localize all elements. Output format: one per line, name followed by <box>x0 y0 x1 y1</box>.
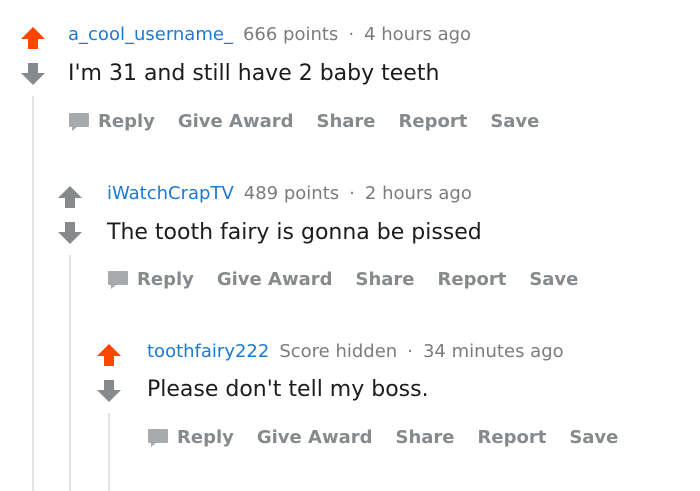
reply-label: Reply <box>137 269 194 290</box>
give-award-button[interactable]: Give Award <box>178 111 294 133</box>
report-button[interactable]: Report <box>438 269 507 291</box>
comment-actions: Reply Give Award Share Report Save <box>107 269 601 291</box>
thread-line[interactable] <box>32 96 34 491</box>
separator: · <box>348 24 355 45</box>
reply-button[interactable]: Reply <box>147 427 234 449</box>
speech-bubble-icon <box>107 270 129 290</box>
save-button[interactable]: Save <box>490 111 539 133</box>
reply-button[interactable]: Reply <box>107 269 194 291</box>
timestamp[interactable]: 2 hours ago <box>365 183 472 204</box>
downvote-arrow-icon[interactable] <box>57 221 83 245</box>
share-button[interactable]: Share <box>355 269 414 291</box>
thread-line[interactable] <box>108 413 110 491</box>
save-button[interactable]: Save <box>569 427 618 449</box>
score: Score hidden <box>279 341 398 362</box>
thread-line[interactable] <box>69 255 71 491</box>
reply-label: Reply <box>98 111 155 132</box>
comment-body: The tooth fairy is gonna be pissed <box>107 220 482 245</box>
comment-actions: Reply Give Award Share Report Save <box>147 427 641 449</box>
comment-body: Please don't tell my boss. <box>147 377 429 402</box>
comment-meta: a_cool_username_ 666 points · 4 hours ago <box>68 24 471 46</box>
give-award-button[interactable]: Give Award <box>257 427 373 449</box>
downvote-arrow-icon[interactable] <box>20 62 46 86</box>
report-button[interactable]: Report <box>399 111 468 133</box>
share-button[interactable]: Share <box>316 111 375 133</box>
upvote-arrow-icon[interactable] <box>57 185 83 209</box>
downvote-arrow-icon[interactable] <box>96 379 122 403</box>
reply-button[interactable]: Reply <box>68 111 155 133</box>
separator: · <box>407 341 413 362</box>
give-award-button[interactable]: Give Award <box>217 269 333 291</box>
separator: · <box>349 183 355 204</box>
upvote-arrow-icon[interactable] <box>96 343 122 367</box>
comment-meta: iWatchCrapTV 489 points · 2 hours ago <box>107 183 472 205</box>
author-link[interactable]: toothfairy222 <box>147 341 269 362</box>
comment-meta: toothfairy222 Score hidden · 34 minutes ago <box>147 341 564 363</box>
reply-label: Reply <box>177 427 234 448</box>
speech-bubble-icon <box>147 428 169 448</box>
score: 666 points <box>242 24 339 45</box>
speech-bubble-icon <box>68 112 90 132</box>
share-button[interactable]: Share <box>395 427 454 449</box>
timestamp[interactable]: 34 minutes ago <box>423 341 564 362</box>
author-link[interactable]: a_cool_username_ <box>68 24 233 45</box>
timestamp[interactable]: 4 hours ago <box>364 24 471 45</box>
author-link[interactable]: iWatchCrapTV <box>107 183 234 204</box>
save-button[interactable]: Save <box>529 269 578 291</box>
report-button[interactable]: Report <box>478 427 547 449</box>
score: 489 points <box>243 183 340 204</box>
comment-actions: Reply Give Award Share Report Save <box>68 111 562 133</box>
upvote-arrow-icon[interactable] <box>20 26 46 50</box>
comment-body: I'm 31 and still have 2 baby teeth <box>68 61 440 86</box>
